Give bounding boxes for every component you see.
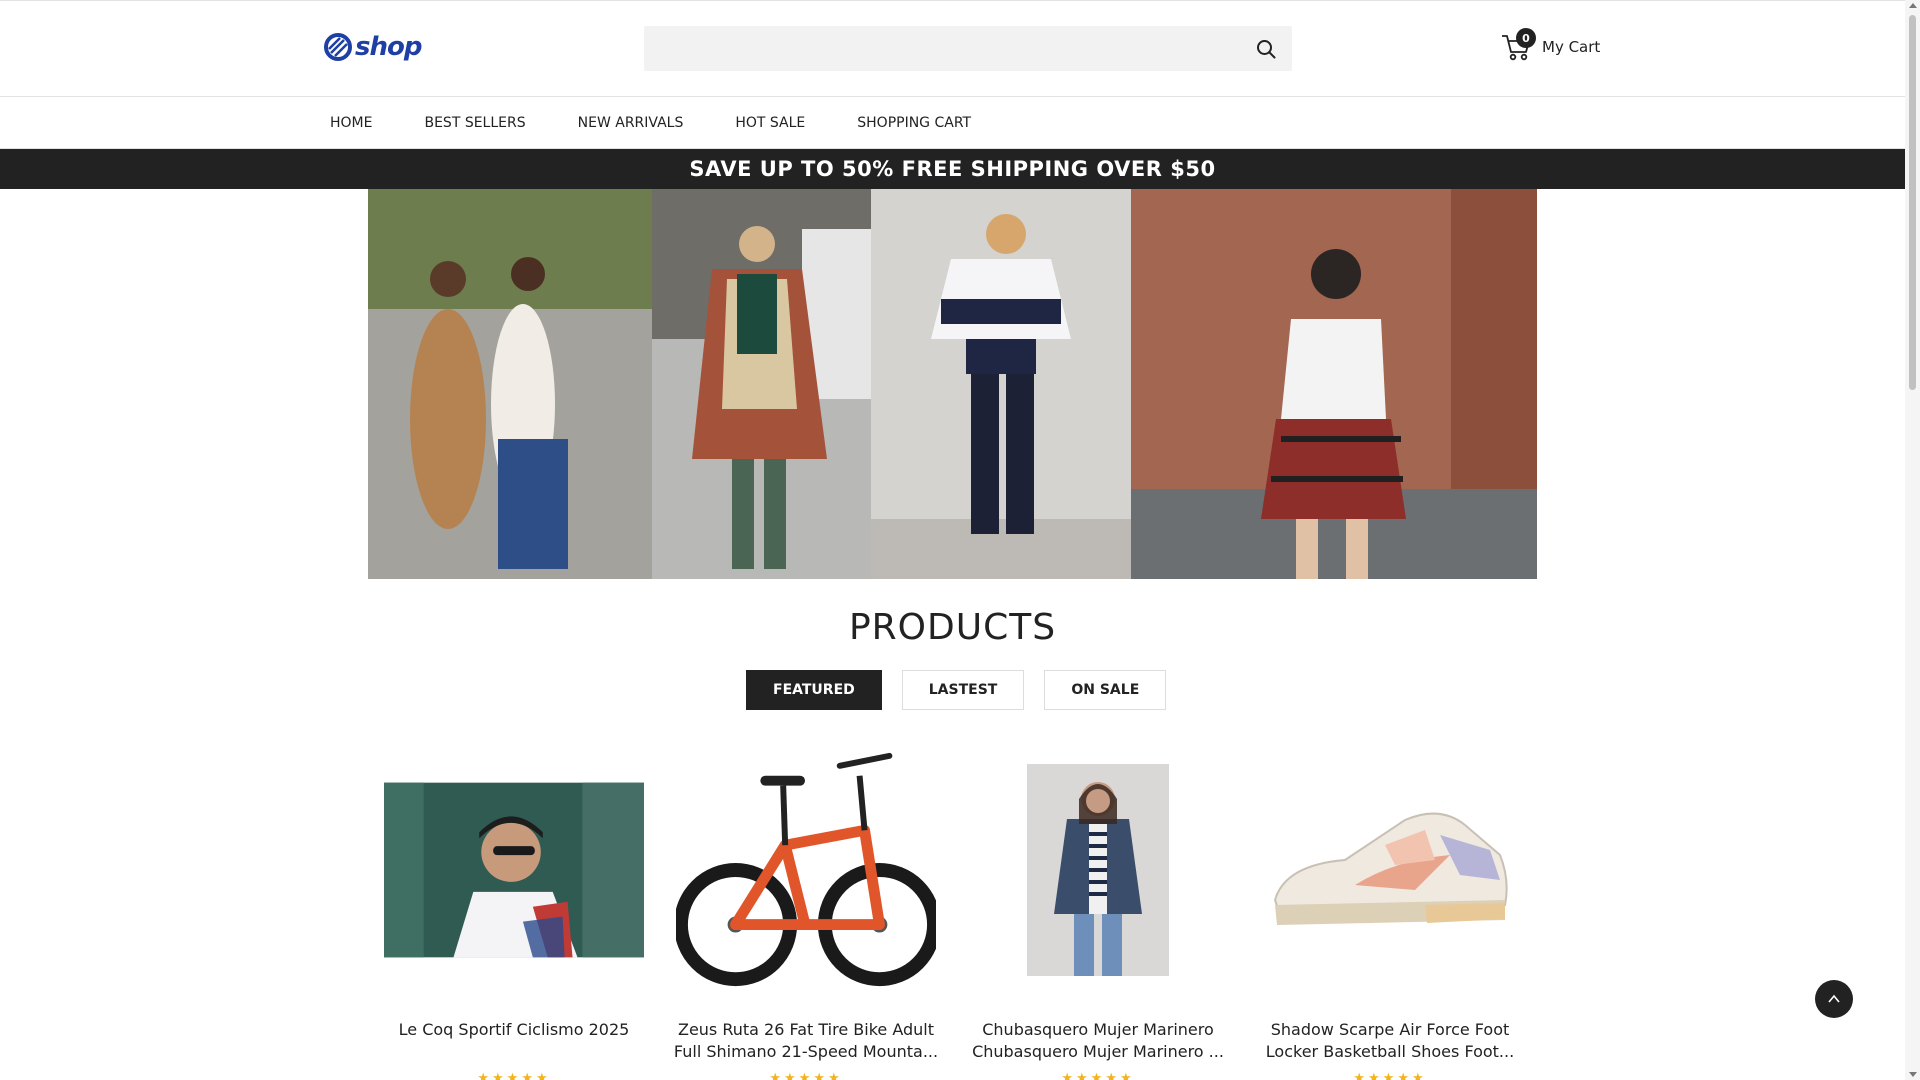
product-name[interactable]: Chubasquero Mujer Marinero Chubasquero M… bbox=[962, 1019, 1234, 1063]
hero-image-2 bbox=[652, 189, 871, 579]
product-card[interactable]: Le Coq Sportif Ciclismo 2025 ★★★★★ bbox=[368, 735, 660, 1080]
logo[interactable]: shop bbox=[323, 32, 422, 62]
cart-icon-wrap: 0 bbox=[1500, 28, 1536, 63]
logo-mark-icon bbox=[324, 33, 352, 61]
product-name[interactable]: Le Coq Sportif Ciclismo 2025 bbox=[378, 1019, 650, 1041]
hero-banner[interactable] bbox=[368, 189, 1537, 579]
nav-item-home[interactable]: HOME bbox=[330, 115, 372, 131]
tab-lastest[interactable]: LASTEST bbox=[901, 670, 1025, 710]
promo-banner: SAVE UP TO 50% FREE SHIPPING OVER $50 bbox=[0, 149, 1905, 189]
rating-stars: ★★★★★ bbox=[477, 1071, 551, 1080]
search-icon[interactable] bbox=[1254, 37, 1278, 61]
nav-item-best-sellers[interactable]: BEST SELLERS bbox=[424, 115, 525, 131]
rating-stars: ★★★★★ bbox=[1353, 1071, 1427, 1080]
product-name-line1: Le Coq Sportif Ciclismo 2025 bbox=[398, 1020, 630, 1039]
product-name[interactable]: Zeus Ruta 26 Fat Tire Bike Adult Full Sh… bbox=[670, 1019, 942, 1063]
product-name-line2: Full Shimano 21-Speed Mounta... bbox=[673, 1042, 939, 1061]
main-nav: HOME BEST SELLERS NEW ARRIVALS HOT SALE … bbox=[0, 96, 1905, 149]
scroll-down-arrow-icon[interactable] bbox=[1909, 1072, 1917, 1077]
page-scrollbar[interactable] bbox=[1905, 0, 1920, 1080]
tab-featured[interactable]: FEATURED bbox=[746, 670, 882, 710]
search-input[interactable] bbox=[644, 26, 1244, 71]
product-grid: Le Coq Sportif Ciclismo 2025 ★★★★★ Zeus … bbox=[368, 735, 1537, 1080]
product-name-line1: Chubasquero Mujer Marinero bbox=[982, 1020, 1214, 1039]
nav-item-hot-sale[interactable]: HOT SALE bbox=[735, 115, 805, 131]
scrollbar-thumb[interactable] bbox=[1909, 15, 1916, 390]
product-card[interactable]: Chubasquero Mujer Marinero Chubasquero M… bbox=[952, 735, 1244, 1080]
hero-image-1 bbox=[368, 189, 652, 579]
cart-label: My Cart bbox=[1542, 38, 1601, 56]
logo-text: shop bbox=[355, 32, 422, 62]
product-name-line2: Chubasquero Mujer Marinero ... bbox=[972, 1042, 1224, 1061]
rating-stars: ★★★★★ bbox=[1061, 1071, 1135, 1080]
product-image[interactable] bbox=[676, 735, 936, 1005]
rating-stars: ★★★★★ bbox=[769, 1071, 843, 1080]
nav-item-shopping-cart[interactable]: SHOPPING CART bbox=[857, 115, 971, 131]
product-name[interactable]: Shadow Scarpe Air Force Foot Locker Bask… bbox=[1254, 1019, 1526, 1063]
back-to-top-icon bbox=[1828, 994, 1840, 1003]
products-heading: PRODUCTS bbox=[848, 607, 1057, 648]
hero-image-4 bbox=[1131, 189, 1537, 579]
cart-count-badge: 0 bbox=[1516, 28, 1536, 48]
tab-on-sale[interactable]: ON SALE bbox=[1044, 670, 1167, 710]
back-to-top-button[interactable] bbox=[1815, 980, 1853, 1018]
site-header: shop 0 My Cart bbox=[0, 1, 1905, 96]
product-name-line1: Shadow Scarpe Air Force Foot bbox=[1270, 1020, 1510, 1039]
cart-button[interactable]: 0 My Cart bbox=[1500, 28, 1601, 63]
product-name-line2: Locker Basketball Shoes Foot... bbox=[1265, 1042, 1515, 1061]
hero-image-3 bbox=[871, 189, 1131, 579]
scroll-up-arrow-icon[interactable] bbox=[1909, 3, 1917, 8]
product-tabs: FEATURED LASTEST ON SALE bbox=[746, 670, 1167, 710]
product-image[interactable] bbox=[1260, 735, 1520, 1005]
product-name-line1: Zeus Ruta 26 Fat Tire Bike Adult bbox=[677, 1020, 935, 1039]
product-card[interactable]: Zeus Ruta 26 Fat Tire Bike Adult Full Sh… bbox=[660, 735, 952, 1080]
product-image[interactable] bbox=[384, 735, 644, 1005]
product-card[interactable]: Shadow Scarpe Air Force Foot Locker Bask… bbox=[1244, 735, 1536, 1080]
product-image[interactable] bbox=[968, 735, 1228, 1005]
nav-item-new-arrivals[interactable]: NEW ARRIVALS bbox=[578, 115, 684, 131]
search-bar bbox=[644, 26, 1292, 71]
